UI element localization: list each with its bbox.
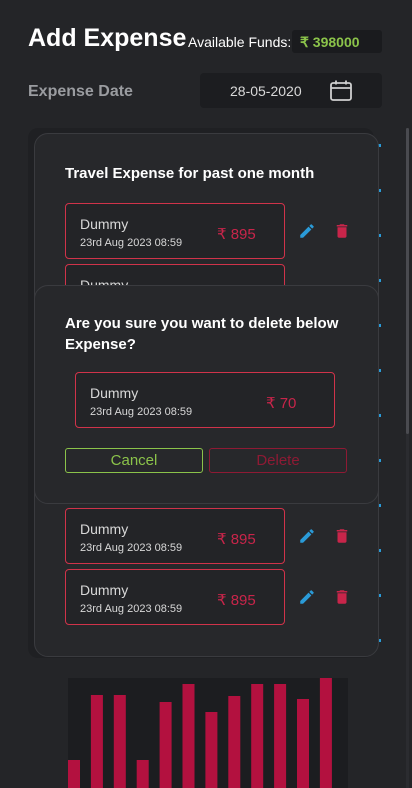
chart-bar (136, 760, 149, 788)
edit-icon[interactable] (298, 527, 316, 545)
chart-bar (319, 678, 332, 788)
scrollbar-thumb[interactable] (406, 128, 409, 434)
modal-title: Travel Expense for past one month (65, 165, 315, 182)
expense-amount: ₹ 70 (266, 395, 297, 412)
expense-amount: ₹ 895 (217, 531, 256, 548)
expense-date: 23rd Aug 2023 08:59 (80, 542, 183, 554)
expense-card[interactable]: Dummy 23rd Aug 2023 08:59 ₹ 895 (65, 569, 285, 625)
available-funds-label: Available Funds: (188, 34, 292, 50)
delete-icon[interactable] (333, 527, 351, 545)
available-funds-value: ₹ 398000 (300, 34, 360, 50)
available-funds-box: ₹ 398000 (292, 30, 382, 53)
expense-card[interactable]: Dummy 23rd Aug 2023 08:59 ₹ 895 (65, 203, 285, 259)
delete-icon[interactable] (333, 588, 351, 606)
expense-name: Dummy (80, 521, 129, 537)
chart-bar (205, 712, 218, 788)
expense-date-field[interactable]: 28-05-2020 (200, 73, 382, 108)
edit-icon[interactable] (298, 588, 316, 606)
expense-name: Dummy (80, 216, 129, 232)
chart-bar (68, 760, 80, 788)
chart-bar (113, 695, 126, 788)
chart-bar (274, 684, 287, 788)
page-title: Add Expense (28, 24, 187, 52)
expense-amount: ₹ 895 (217, 592, 256, 609)
delete-confirm-modal: Are you sure you want to delete below Ex… (34, 285, 379, 504)
chart-bar (182, 684, 195, 788)
expense-amount: ₹ 895 (217, 226, 256, 243)
delete-confirm-title: Are you sure you want to delete below Ex… (65, 315, 339, 353)
chart-bar (90, 695, 103, 788)
chart-bar (251, 684, 264, 788)
delete-icon[interactable] (333, 222, 351, 240)
edit-icon[interactable] (298, 222, 316, 240)
calendar-icon[interactable] (330, 80, 352, 101)
expense-name: Dummy (90, 385, 139, 401)
expense-bar-chart (68, 678, 348, 788)
chart-bar (228, 696, 241, 788)
expense-card[interactable]: Dummy 23rd Aug 2023 08:59 ₹ 895 (65, 508, 285, 564)
cancel-button[interactable]: Cancel (65, 448, 203, 473)
delete-button[interactable]: Delete (209, 448, 347, 473)
expense-date: 23rd Aug 2023 08:59 (90, 406, 193, 418)
chart-bar (159, 702, 172, 788)
expense-card: Dummy 23rd Aug 2023 08:59 ₹ 70 (75, 372, 335, 428)
expense-date-label: Expense Date (28, 83, 133, 100)
chart-bar (297, 699, 309, 788)
expense-date: 23rd Aug 2023 08:59 (80, 237, 183, 249)
expense-date: 23rd Aug 2023 08:59 (80, 603, 183, 615)
expense-date-value: 28-05-2020 (230, 83, 302, 99)
expense-name: Dummy (80, 582, 129, 598)
